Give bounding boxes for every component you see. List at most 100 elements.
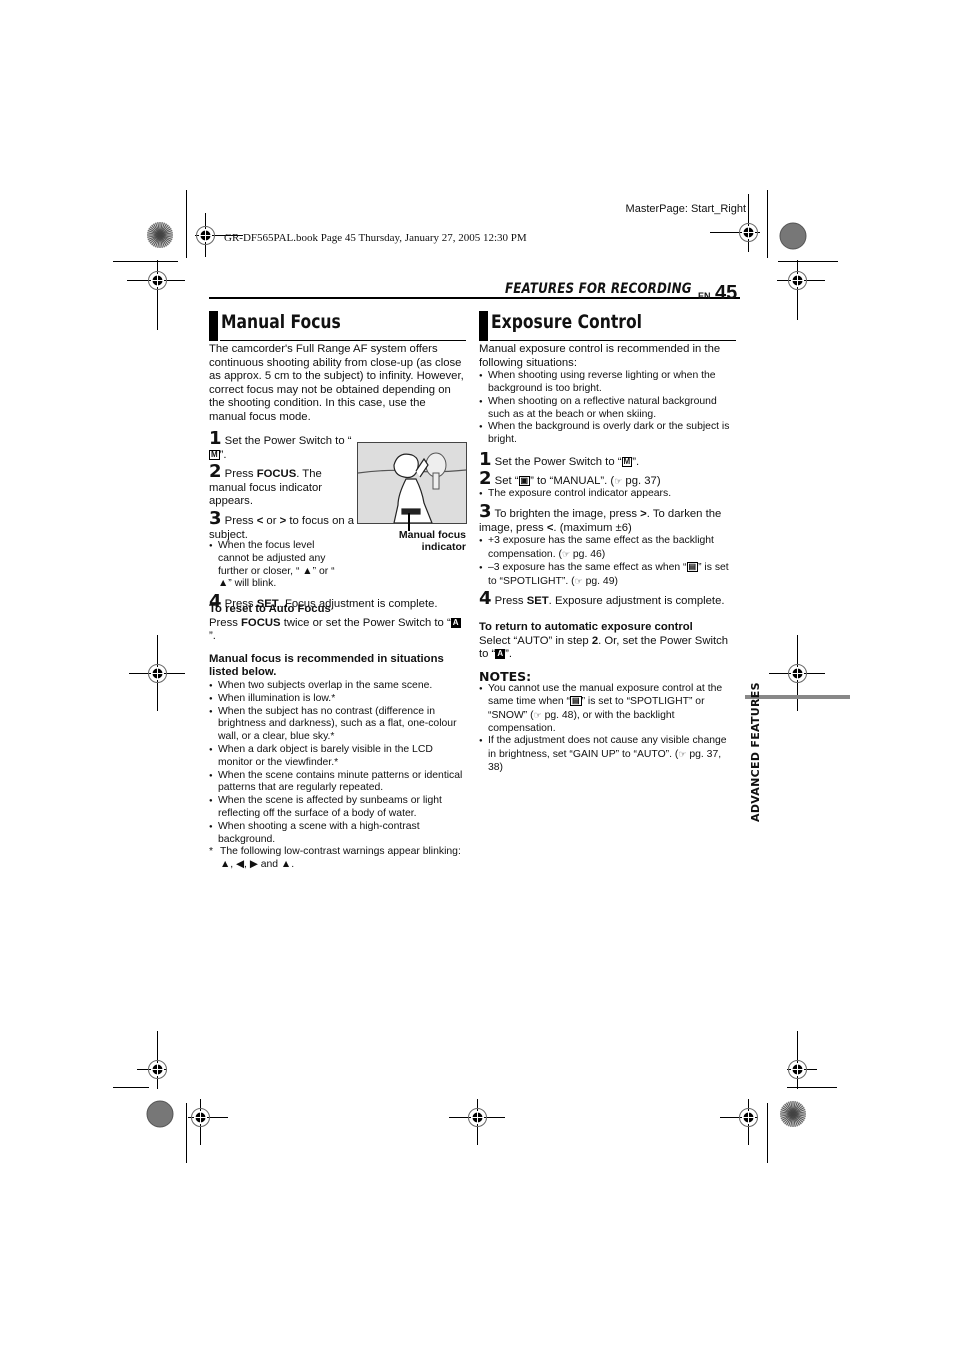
return-heading: To return to automatic exposure control [479, 620, 693, 633]
page-ref-icon: ☞ [561, 548, 571, 559]
manual-focus-steps: 1 Set the Power Switch to “ M”. 2 Press F… [209, 430, 357, 542]
return-text: Select “AUTO” in step 2. Or, set the Pow… [479, 635, 737, 662]
book-info: GR-DF565PAL.book Page 45 Thursday, Janua… [224, 232, 527, 244]
auto-mode-icon: A [450, 617, 461, 628]
recommend-item: When the scene contains minute patterns … [209, 770, 465, 796]
exp-step-1: 1 Set the Power Switch to “M”. [479, 450, 737, 470]
registration-mark-icon [148, 1060, 167, 1079]
reset-heading: To reset to Auto Focus [209, 603, 331, 615]
page-ref[interactable]: pg. 37) [625, 475, 660, 487]
figure-caption: Manual focus indicator [398, 529, 466, 553]
trim-line [767, 190, 768, 258]
step-number: 4 [479, 588, 492, 610]
step-number: 3 [479, 500, 492, 522]
recommend-list: When two subjects overlap in the same sc… [209, 680, 465, 846]
return-end: ”. [505, 648, 513, 661]
registration-mark-icon [191, 1108, 210, 1127]
trim-line [778, 261, 838, 262]
registration-mark-icon [788, 271, 807, 290]
section-marker [479, 311, 488, 341]
registration-mark-icon [739, 223, 758, 242]
section-rule [490, 340, 736, 341]
master-page-label: MasterPage: Start_Right [625, 203, 746, 215]
section-rule [220, 340, 466, 341]
step-text-end: . Exposure adjustment is complete. [548, 595, 725, 608]
exposure-intro: Manual exposure control is recommended i… [479, 343, 721, 369]
step-text-end: . (maximum ±6) [553, 521, 632, 534]
step-number: 1 [209, 428, 222, 449]
page-ref[interactable]: pg. 49) [586, 576, 618, 587]
recommend-item: When the subject has no contrast (differ… [209, 706, 465, 744]
registration-mark-icon [148, 664, 167, 683]
gray-target-icon [779, 222, 807, 250]
recommend-heading: Manual focus is recommended in situation… [209, 652, 444, 679]
focus-button-label: FOCUS [241, 616, 281, 629]
registration-mark-icon [468, 1108, 487, 1127]
notes-heading: NOTES: [479, 668, 532, 684]
note-text: –3 exposure has the same effect as when … [488, 561, 687, 573]
trim-line [113, 1087, 149, 1088]
trim-line [186, 1103, 187, 1163]
exp-step-3-note-2: –3 exposure has the same effect as when … [479, 561, 737, 589]
step-number: 2 [479, 467, 492, 489]
return-pre: Select “AUTO” in step [479, 634, 592, 647]
reset-auto-focus: To reset to Auto Focus Press FOCUS twice… [209, 603, 465, 872]
registration-mark-icon [788, 1060, 807, 1079]
running-header: FEATURES FOR RECORDING [472, 280, 692, 298]
exp-step-3: 3 To brighten the image, press >. To dar… [479, 502, 737, 535]
step-number: 3 [209, 507, 222, 529]
recommend-item: When a dark object is barely visible in … [209, 744, 465, 770]
program-ae-icon: ▤ [686, 561, 699, 572]
page-ref[interactable]: pg. 46) [573, 549, 605, 560]
reset-text: Press FOCUS twice or set the Power Switc… [209, 617, 465, 644]
registration-mark-icon [739, 1108, 758, 1127]
page-ref-icon: ☞ [678, 749, 687, 760]
footnote: * The following low-contrast warnings app… [209, 846, 465, 872]
step-text-mid: ” to “MANUAL”. ( [530, 474, 615, 487]
section-name: FEATURES FOR RECORDING [505, 281, 692, 297]
manual-mode-icon: M [209, 449, 220, 460]
tree-icon [425, 452, 447, 490]
registration-mark-icon [148, 271, 167, 290]
situation-item: When shooting using reverse lighting or … [479, 370, 737, 396]
trim-line [787, 1087, 837, 1088]
set-button-label: SET [526, 595, 549, 608]
reset-end: ”. [209, 630, 216, 643]
side-tab-label: ADVANCED FEATURES [749, 682, 762, 822]
page-ref-icon: ☞ [533, 709, 542, 720]
step-text-mid: or [263, 514, 280, 527]
exp-step-4: 4 Press SET. Exposure adjustment is comp… [479, 590, 737, 609]
step-text: Press [494, 595, 527, 608]
auto-mode-icon: A [495, 649, 506, 660]
exp-step-2-note: The exposure control indicator appears. [479, 488, 737, 501]
step-1: 1 Set the Power Switch to “ M”. [209, 430, 357, 462]
step-text: Press [224, 514, 257, 527]
focus-button-label: FOCUS [256, 468, 297, 481]
intro-text: The camcorder's Full Range AF system off… [209, 343, 464, 423]
step-text: Set “ [494, 474, 519, 487]
language-label: EN [698, 291, 711, 301]
situation-item: When the background is overly dark or th… [479, 421, 737, 447]
exp-step-3-note-1: +3 exposure has the same effect as the b… [479, 535, 737, 562]
page-ref-icon: ☞ [574, 575, 583, 586]
recommend-item: When the scene is affected by sunbeams o… [209, 795, 465, 821]
registration-mark-icon [788, 664, 807, 683]
reset-post: twice or set the Power Switch to “ [280, 616, 451, 629]
gray-target-icon [146, 1100, 174, 1128]
step-text-end: ”. [219, 448, 227, 461]
step-text: Set the Power Switch to “ [224, 435, 352, 447]
section-marker [209, 311, 218, 341]
trim-line [113, 261, 178, 262]
registration-mark-icon [196, 226, 215, 245]
person-figure [393, 453, 433, 523]
step-3: 3 Press < or > to focus on a subject. [209, 509, 357, 542]
color-target-icon [780, 1101, 806, 1127]
recommend-item: When shooting a scene with a high-contra… [209, 821, 465, 847]
page-ref-icon: ☞ [614, 475, 623, 486]
footnote-text: The following low-contrast warnings appe… [220, 846, 461, 871]
greater-than-key: > [640, 507, 647, 520]
exposure-control-title: Exposure Control [491, 311, 642, 333]
step-number: 2 [209, 461, 222, 483]
color-target-icon [147, 222, 173, 248]
lcd-illustration [357, 442, 467, 524]
